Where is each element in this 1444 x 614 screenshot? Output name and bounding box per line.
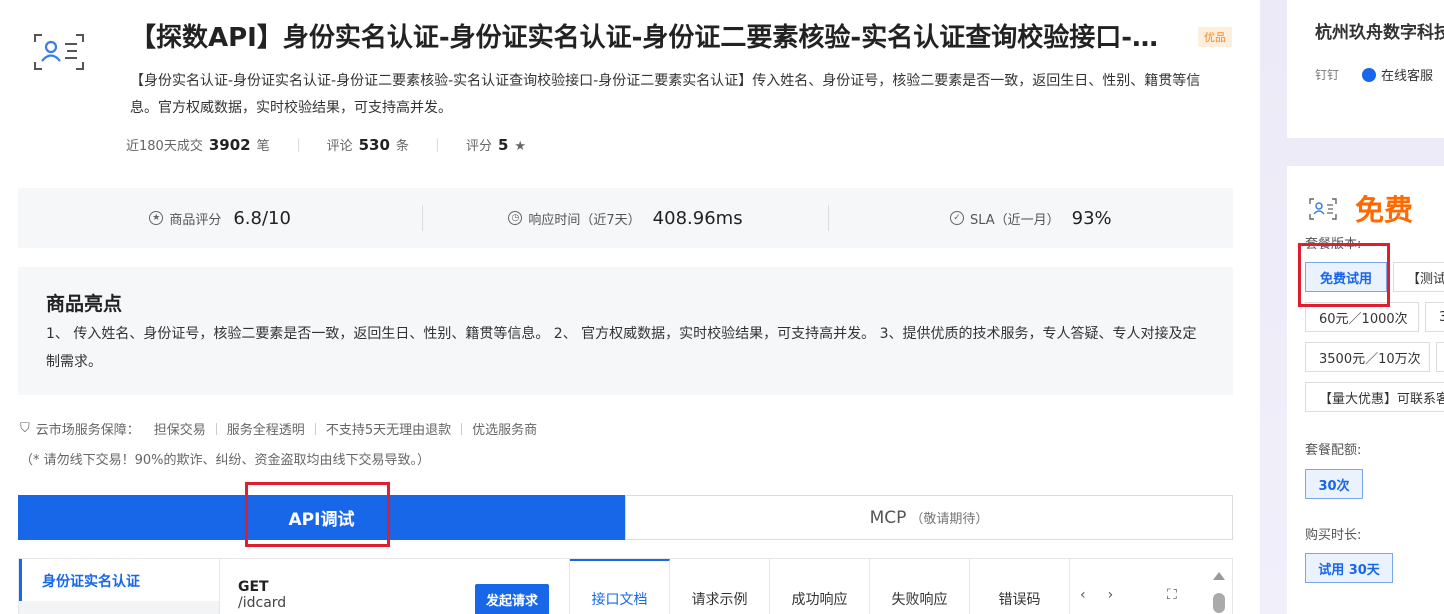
highlight-box-free-trial [1298,243,1390,307]
quality-badge: 优品 [1198,27,1232,47]
request-path: /idcard [238,595,287,611]
http-method: GET [238,579,269,595]
price: 免费 [1355,193,1414,227]
dingtalk-link[interactable]: 钉钉 [1315,66,1339,83]
version-option[interactable]: 3500元／10万次 [1305,342,1430,372]
chat-icon [1362,67,1376,82]
debug-tabs: API调试 MCP （敬请期待） [18,495,1233,540]
id-card-icon [1309,198,1337,220]
highlights-text: 1、 传入姓名、身份证号，核验二要素是否一致，返回生日、性别、籍贯等信息。 2、… [46,326,1197,370]
scroll-up-icon[interactable] [1213,572,1225,580]
customer-service-link[interactable]: 在线客服 [1362,65,1433,84]
highlight-box-api-tab [245,482,390,547]
shield-icon: ⛉ [20,421,30,436]
guarantee-item: 优选服务商 [472,423,538,438]
guarantee-item: 不支持5天无理由退款 [325,423,452,438]
api-debug-panel: 身份证实名认证 GET /idcard 发起请求 接口文档 请求示例 成功响应 … [18,558,1233,614]
offline-trade-warning: （* 请勿线下交易！90%的欺诈、纠纷、资金盗取均由线下交易导致。） [20,453,431,468]
tab-success-response[interactable]: 成功响应 [770,559,870,614]
scrollbar[interactable] [1213,569,1225,614]
quota-label: 套餐配额: [1305,443,1362,458]
clock-icon: ◷ [508,211,523,225]
version-option[interactable]: 3 [1425,302,1444,332]
purchase-card: 免费 套餐版本: 免费试用 【测试 60元／1000次 3 3500元／10万次… [1287,166,1444,614]
api-list: 身份证实名认证 [19,559,220,614]
highlights-section: 商品亮点 1、 传入姓名、身份证号，核验二要素是否一致，返回生日、性别、籍贯等信… [18,267,1233,395]
chevron-left-icon[interactable]: ‹ [1080,587,1086,603]
chevron-right-icon[interactable]: › [1108,587,1114,603]
metric-sla: ✓ SLA（近一月） 93% [829,208,1233,229]
api-list-item[interactable]: 身份证实名认证 [19,559,219,601]
product-title: 【探数API】身份实名认证-身份证实名认证-身份证二要素核验-实名认证查询校验接… [130,23,1180,53]
product-stats: 近180天成交 3902 笔 评论 530 条 评分 5 ★ [126,135,526,154]
tab-error-codes[interactable]: 错误码 [970,559,1070,614]
id-card-icon [34,34,84,70]
product-main: 【探数API】身份实名认证-身份证实名认证-身份证二要素核验-实名认证查询校验接… [0,0,1260,614]
divider [297,137,299,152]
tab-scroll-arrows: ‹ › [1080,587,1113,603]
seller-name[interactable]: 杭州玖舟数字科技 [1315,18,1444,43]
guarantee-item: 担保交易 [153,423,206,438]
duration-label: 购买时长: [1305,528,1362,543]
metric-score: ★ 商品评分 6.8/10 [18,208,422,229]
tab-failure-response[interactable]: 失败响应 [870,559,970,614]
metrics-bar: ★ 商品评分 6.8/10 ◷ 响应时间（近7天） 408.96ms ✓ SLA… [18,188,1233,248]
tab-mcp[interactable]: MCP （敬请期待） [625,495,1233,540]
star-circle-icon: ★ [149,211,164,225]
version-option[interactable] [1436,342,1444,372]
send-request-button[interactable]: 发起请求 [475,584,550,614]
scrollbar-thumb[interactable] [1213,593,1225,613]
stat-sales: 近180天成交 3902 笔 [126,136,270,154]
request-line: GET /idcard [238,579,286,611]
seller-card: 杭州玖舟数字科技 钉钉 在线客服 [1287,0,1444,138]
product-description: 【身份实名认证-身份证实名认证-身份证二要素核验-实名认证查询校验接口-身份证二… [130,73,1201,116]
quota-option[interactable]: 30次 [1305,469,1363,499]
stat-rating: 评分 5 ★ [465,136,527,154]
metric-response-time: ◷ 响应时间（近7天） 408.96ms [423,208,827,229]
stat-comments[interactable]: 评论 530 条 [327,135,409,154]
divider [436,137,438,152]
duration-option[interactable]: 试用 30天 [1305,553,1393,583]
service-guarantee: ⛉ 云市场服务保障： 担保交易 服务全程透明 不支持5天无理由退款 优选服务商 [20,421,538,438]
guarantee-item: 服务全程透明 [226,423,305,438]
highlights-title: 商品亮点 [46,293,123,315]
version-option[interactable]: 【量大优惠】可联系客 [1305,382,1444,412]
tab-request-example[interactable]: 请求示例 [670,559,770,614]
tab-api-docs[interactable]: 接口文档 [570,559,670,614]
version-option[interactable]: 【测试 [1393,262,1444,292]
check-circle-icon: ✓ [949,211,964,225]
fullscreen-icon[interactable]: ⛶ [1167,587,1177,603]
